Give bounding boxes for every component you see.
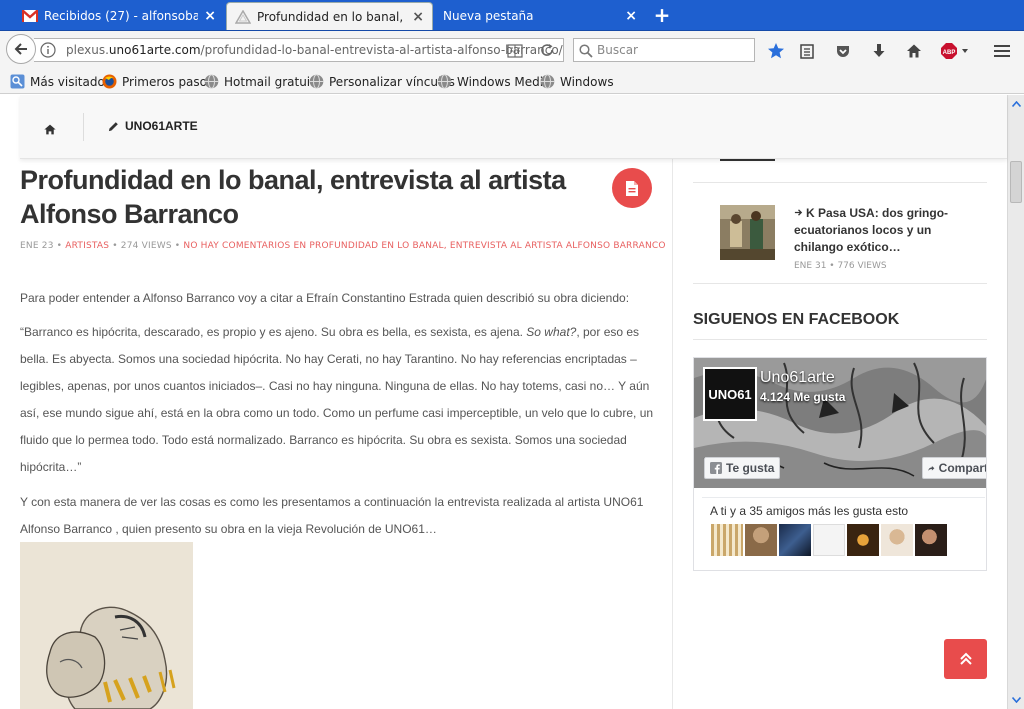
arrow-right-icon [794, 209, 803, 216]
menu-icon[interactable] [992, 41, 1012, 61]
home-icon[interactable] [904, 41, 924, 61]
search-icon [579, 43, 593, 62]
page-scrollbar[interactable] [1007, 95, 1024, 709]
avatar[interactable] [711, 524, 743, 556]
facebook-cover-image[interactable]: UNO61 Uno61arte 4.124 Me gusta Te gusta … [694, 358, 986, 488]
gmail-icon [22, 8, 38, 24]
comments-link[interactable]: NO HAY COMENTARIOS EN PROFUNDIDAD EN LO … [183, 241, 665, 251]
chevron-up-icon [959, 652, 972, 665]
avatar[interactable] [813, 524, 845, 556]
divider [693, 283, 987, 284]
site-header: UNO61ARTE [20, 95, 1007, 159]
avatar[interactable] [915, 524, 947, 556]
friends-like-text: A ti y a 35 amigos más les gusta esto [710, 504, 909, 518]
tab-label: Profundidad en lo banal, entr... [257, 9, 406, 24]
divider [693, 182, 987, 183]
globe-icon [204, 74, 219, 89]
bookmark-first-steps[interactable]: Primeros pasos [102, 74, 213, 89]
sidebar-post-meta: ENE 31 • 776 VIEWS [794, 261, 887, 271]
scroll-up-arrow-icon[interactable] [1009, 96, 1024, 111]
document-icon [612, 168, 652, 208]
scroll-down-arrow-icon[interactable] [1009, 692, 1024, 707]
globe-icon [437, 74, 452, 89]
bookmark-windows-media[interactable]: Windows Media [437, 74, 550, 89]
tab-bar: Recibidos (27) - alfonsobarra... × Profu… [0, 0, 1024, 31]
page-viewport: UNO61ARTE Profundidad en lo banal, entre… [0, 95, 1024, 709]
paragraph: Y con esta manera de ver las cosas es co… [20, 495, 644, 536]
bookmark-windows[interactable]: Windows [540, 74, 614, 89]
artwork-image[interactable] [20, 542, 193, 709]
bookmark-customize-links[interactable]: Personalizar vínculos [309, 74, 455, 89]
facebook-likes-count: 4.124 Me gusta [760, 390, 846, 404]
back-to-top-button[interactable] [944, 639, 987, 679]
globe-icon [309, 74, 324, 89]
avatar[interactable] [847, 524, 879, 556]
article-body: Para poder entender a Alfonso Barranco v… [20, 285, 660, 551]
bookmark-most-visited[interactable]: Más visitados [10, 74, 111, 89]
close-icon[interactable]: × [625, 8, 637, 24]
facebook-like-button[interactable]: Te gusta [704, 457, 781, 479]
svg-text:ABP: ABP [943, 50, 956, 56]
facebook-widget: UNO61 Uno61arte 4.124 Me gusta Te gusta … [693, 357, 987, 571]
url-bar[interactable]: plexus.uno61arte.com/profundidad-lo-bana… [34, 38, 564, 62]
pocket-icon[interactable] [833, 41, 853, 61]
category-link[interactable]: ARTISTAS [65, 241, 109, 251]
firefox-icon [102, 74, 117, 89]
avatar[interactable] [881, 524, 913, 556]
reload-icon[interactable] [539, 42, 555, 62]
facebook-icon [710, 462, 722, 474]
facebook-share-button[interactable]: Compartir [922, 457, 986, 479]
bookmark-star-icon[interactable] [766, 41, 786, 61]
tab-label: Recibidos (27) - alfonsobarra... [44, 9, 199, 23]
download-icon[interactable] [869, 41, 889, 61]
paragraph-quote: “Barranco es hipócrita, descarado, es pr… [20, 325, 654, 474]
tab-article[interactable]: Profundidad en lo banal, entr... × [226, 2, 433, 30]
post-thumbnail[interactable] [720, 159, 775, 161]
avatar[interactable] [779, 524, 811, 556]
bookmarks-toolbar: Más visitados Primeros pasos Hotmail gra… [0, 69, 1024, 94]
globe-icon [540, 74, 555, 89]
article-meta: ENE 23 • ARTISTAS • 274 VIEWS • NO HAY C… [20, 241, 666, 251]
pencil-icon [108, 121, 118, 131]
home-icon[interactable] [44, 120, 56, 139]
tab-gmail[interactable]: Recibidos (27) - alfonsobarra... × [14, 2, 224, 30]
sidebar-post-link[interactable]: K Pasa USA: dos gringo-ecuatorianos loco… [794, 205, 984, 256]
paragraph: Para poder entender a Alfonso Barranco v… [20, 291, 630, 305]
new-tab-button[interactable]: + [650, 4, 674, 26]
header-divider [83, 113, 84, 141]
facebook-page-name[interactable]: Uno61arte [760, 369, 835, 387]
info-icon[interactable] [40, 42, 56, 62]
back-arrow-icon [14, 43, 27, 55]
article-title: Profundidad en lo banal, entrevista al a… [20, 165, 566, 229]
divider [693, 339, 987, 340]
column-divider [672, 159, 673, 709]
post-thumbnail[interactable] [720, 205, 775, 260]
search-input[interactable]: Buscar [573, 38, 755, 62]
avatar[interactable] [745, 524, 777, 556]
site-logo-icon [235, 9, 251, 25]
facebook-friends: A ti y a 35 amigos más les gusta esto [702, 497, 985, 563]
tab-label: Nueva pestaña [443, 9, 534, 23]
search-placeholder: Buscar [597, 43, 638, 57]
back-button[interactable] [6, 34, 36, 64]
facebook-heading: SIGUENOS EN FACEBOOK [693, 311, 900, 328]
friend-avatars [711, 524, 947, 556]
bookmarks-list-icon[interactable] [797, 41, 817, 61]
facebook-page-logo[interactable]: UNO61 [703, 367, 757, 421]
close-icon[interactable]: × [412, 9, 424, 25]
adblock-icon[interactable]: ABP [940, 41, 970, 61]
url-text: plexus.uno61arte.com/profundidad-lo-bana… [66, 43, 563, 57]
close-icon[interactable]: × [204, 8, 216, 24]
navigation-toolbar: plexus.uno61arte.com/profundidad-lo-bana… [0, 31, 1024, 69]
brand-link[interactable]: UNO61ARTE [108, 119, 198, 133]
share-icon [928, 465, 935, 471]
reader-view-icon[interactable] [507, 43, 523, 62]
bookmark-hotmail[interactable]: Hotmail gratuito [204, 74, 322, 89]
tab-new[interactable]: Nueva pestaña × [435, 2, 645, 30]
scroll-thumb[interactable] [1010, 161, 1022, 203]
most-visited-icon [10, 74, 25, 89]
